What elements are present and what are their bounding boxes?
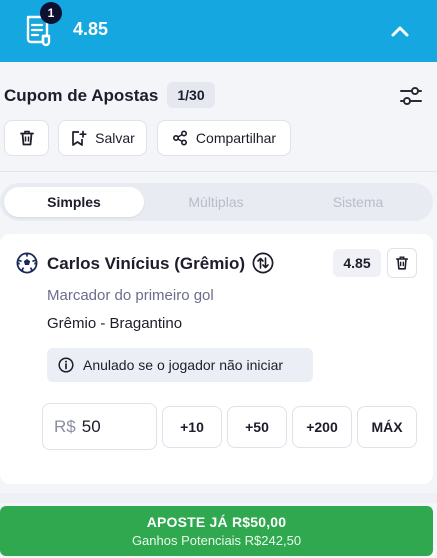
selection-card: Carlos Vinícius (Grêmio) 4.85 Marcador d… [0,234,433,484]
stake-value: 50 [81,416,101,436]
bet-type-tabs: Simples Múltiplas Sistema [0,183,433,221]
share-icon [172,130,187,146]
selection-counter: 1/30 [167,82,215,108]
max-stake-button[interactable]: MÁX [357,406,417,448]
place-bet-button[interactable]: APOSTE JÁ R$50,00 Ganhos Potenciais R$24… [0,506,433,556]
quick-add-200-button[interactable]: +200 [292,406,352,448]
slip-title: Cupom de Apostas [4,86,159,105]
quick-add-50-button[interactable]: +50 [227,406,287,448]
settings-button[interactable] [397,84,425,108]
share-label: Compartilhar [195,130,277,146]
player-name: Carlos Vinícius (Grêmio) [47,254,246,273]
collapse-button[interactable] [384,16,416,46]
total-odds: 4.85 [73,19,109,39]
place-bet-label: APOSTE JÁ R$50,00 [146,514,287,530]
save-label: Salvar [95,130,135,146]
clear-slip-button[interactable] [4,120,49,156]
chevron-up-icon [391,26,409,37]
share-button[interactable]: Compartilhar [157,120,291,156]
remove-selection-button[interactable] [387,248,417,278]
soccer-ball-icon [16,252,38,274]
trash-icon [395,256,409,270]
selection-odds: 4.85 [333,249,381,277]
tab-simples[interactable]: Simples [4,187,144,217]
save-button[interactable]: Salvar [58,120,147,156]
footer-separator [0,493,437,503]
stake-input[interactable]: R$ 50 [42,403,157,450]
tab-multiplas[interactable]: Múltiplas [146,187,286,217]
event-name: Grêmio - Bragantino [47,315,183,332]
void-notice-text: Anulado se o jogador não iniciar [83,357,284,373]
swap-icon[interactable] [252,252,274,274]
market-name: Marcador do primeiro gol [47,287,214,304]
currency-symbol: R$ [54,416,76,436]
quick-add-10-button[interactable]: +10 [162,406,222,448]
sliders-icon [400,87,422,105]
selection-count-badge: 1 [40,2,62,24]
info-icon [58,357,74,373]
trash-icon [19,130,34,146]
bookmark-add-icon [72,130,87,146]
potential-winnings: Ganhos Potenciais R$242,50 [131,533,302,548]
tab-sistema[interactable]: Sistema [288,187,428,217]
void-notice: Anulado se o jogador não iniciar [47,348,313,382]
bet-slip-header[interactable]: 1 4.85 [0,0,437,62]
divider [0,171,437,172]
